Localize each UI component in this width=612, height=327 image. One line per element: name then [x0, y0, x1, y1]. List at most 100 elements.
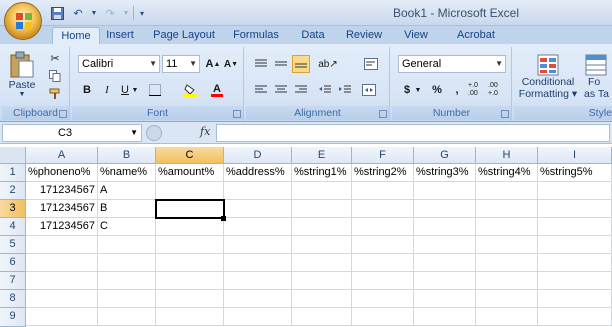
font-size-select[interactable]: 11 ▼ [162, 55, 200, 73]
cell-d5[interactable] [224, 236, 292, 254]
cell-b1[interactable]: %name% [98, 164, 156, 182]
insert-function-icon[interactable]: fx [200, 125, 210, 138]
font-color-icon[interactable]: A [208, 81, 226, 99]
cell-a5[interactable] [26, 236, 98, 254]
cell-d9[interactable] [224, 308, 292, 326]
cell-h6[interactable] [476, 254, 538, 272]
cell-g8[interactable] [414, 290, 476, 308]
cell-e1[interactable]: %string1% [292, 164, 352, 182]
number-launcher-icon[interactable] [501, 110, 509, 118]
cell-f1[interactable]: %string2% [352, 164, 414, 182]
name-box[interactable]: C3 ▼ [2, 124, 142, 142]
cell-d6[interactable] [224, 254, 292, 272]
cell-i1[interactable]: %string5% [538, 164, 612, 182]
cell-g6[interactable] [414, 254, 476, 272]
cell-a7[interactable] [26, 272, 98, 290]
number-format-select[interactable]: General ▼ [398, 55, 506, 73]
cell-e4[interactable] [292, 218, 352, 236]
office-button[interactable] [4, 2, 42, 40]
cell-g4[interactable] [414, 218, 476, 236]
cell-c7[interactable] [156, 272, 224, 290]
copy-icon[interactable] [46, 67, 64, 85]
cell-f8[interactable] [352, 290, 414, 308]
cell-c2[interactable] [156, 182, 224, 200]
tab-page-layout[interactable]: Page Layout [147, 27, 221, 44]
tab-formulas[interactable]: Formulas [228, 27, 284, 44]
row-header-9[interactable]: 9 [0, 308, 26, 327]
formula-input[interactable] [216, 124, 610, 142]
cell-b4[interactable]: C [98, 218, 156, 236]
align-middle-icon[interactable] [272, 55, 290, 73]
fill-color-icon[interactable] [182, 81, 200, 99]
cell-e9[interactable] [292, 308, 352, 326]
row-header-3[interactable]: 3 [0, 200, 26, 218]
cell-h5[interactable] [476, 236, 538, 254]
cell-f5[interactable] [352, 236, 414, 254]
cell-e7[interactable] [292, 272, 352, 290]
cell-i4[interactable] [538, 218, 612, 236]
cell-f7[interactable] [352, 272, 414, 290]
cell-e3[interactable] [292, 200, 352, 218]
increase-indent-icon[interactable] [336, 81, 354, 99]
cell-g9[interactable] [414, 308, 476, 326]
cell-g5[interactable] [414, 236, 476, 254]
font-launcher-icon[interactable] [233, 110, 241, 118]
cell-g7[interactable] [414, 272, 476, 290]
column-header-a[interactable]: A [26, 147, 98, 164]
cell-c8[interactable] [156, 290, 224, 308]
column-header-d[interactable]: D [224, 147, 292, 164]
align-bottom-icon[interactable] [292, 55, 310, 73]
decrease-indent-icon[interactable] [316, 81, 334, 99]
cut-icon[interactable]: ✂ [46, 49, 64, 67]
cell-g2[interactable] [414, 182, 476, 200]
tab-review[interactable]: Review [340, 27, 388, 44]
cell-b2[interactable]: A [98, 182, 156, 200]
cell-a6[interactable] [26, 254, 98, 272]
percent-icon[interactable]: % [428, 81, 446, 99]
bold-icon[interactable]: B [78, 81, 96, 99]
cell-h1[interactable]: %string4% [476, 164, 538, 182]
row-header-4[interactable]: 4 [0, 218, 26, 236]
cell-e8[interactable] [292, 290, 352, 308]
tab-insert[interactable]: Insert [100, 27, 140, 44]
increase-decimal-icon[interactable]: +.0 .00 [468, 81, 488, 99]
fill-handle[interactable] [221, 216, 226, 221]
cell-h4[interactable] [476, 218, 538, 236]
cell-f2[interactable] [352, 182, 414, 200]
cell-i9[interactable] [538, 308, 612, 326]
cell-h2[interactable] [476, 182, 538, 200]
cell-e2[interactable] [292, 182, 352, 200]
cell-a9[interactable] [26, 308, 98, 326]
cell-e5[interactable] [292, 236, 352, 254]
row-header-6[interactable]: 6 [0, 254, 26, 272]
cell-b7[interactable] [98, 272, 156, 290]
cell-f6[interactable] [352, 254, 414, 272]
merge-center-icon[interactable] [360, 81, 378, 99]
underline-dropdown-icon[interactable]: ▼ [130, 81, 140, 99]
tab-home[interactable]: Home [52, 27, 100, 44]
column-header-h[interactable]: H [476, 147, 538, 164]
decrease-decimal-icon[interactable]: .00 +.0 [488, 81, 508, 99]
cell-h7[interactable] [476, 272, 538, 290]
cell-e6[interactable] [292, 254, 352, 272]
cell-c4[interactable] [156, 218, 224, 236]
column-header-b[interactable]: B [98, 147, 156, 164]
cell-c5[interactable] [156, 236, 224, 254]
cell-i6[interactable] [538, 254, 612, 272]
cell-i3[interactable] [538, 200, 612, 218]
tab-acrobat[interactable]: Acrobat [448, 27, 504, 44]
cell-c6[interactable] [156, 254, 224, 272]
cell-c1[interactable]: %amount% [156, 164, 224, 182]
clipboard-launcher-icon[interactable] [59, 110, 67, 118]
cell-b6[interactable] [98, 254, 156, 272]
paste-button[interactable]: Paste ▼ [6, 49, 38, 99]
cell-b3[interactable]: B [98, 200, 156, 218]
cell-g1[interactable]: %string3% [414, 164, 476, 182]
select-all-button[interactable] [0, 147, 26, 164]
cell-d4[interactable] [224, 218, 292, 236]
cell-i2[interactable] [538, 182, 612, 200]
wrap-text-icon[interactable] [362, 55, 380, 73]
cell-d1[interactable]: %address% [224, 164, 292, 182]
cell-g3[interactable] [414, 200, 476, 218]
currency-dropdown-icon[interactable]: ▼ [414, 81, 422, 99]
